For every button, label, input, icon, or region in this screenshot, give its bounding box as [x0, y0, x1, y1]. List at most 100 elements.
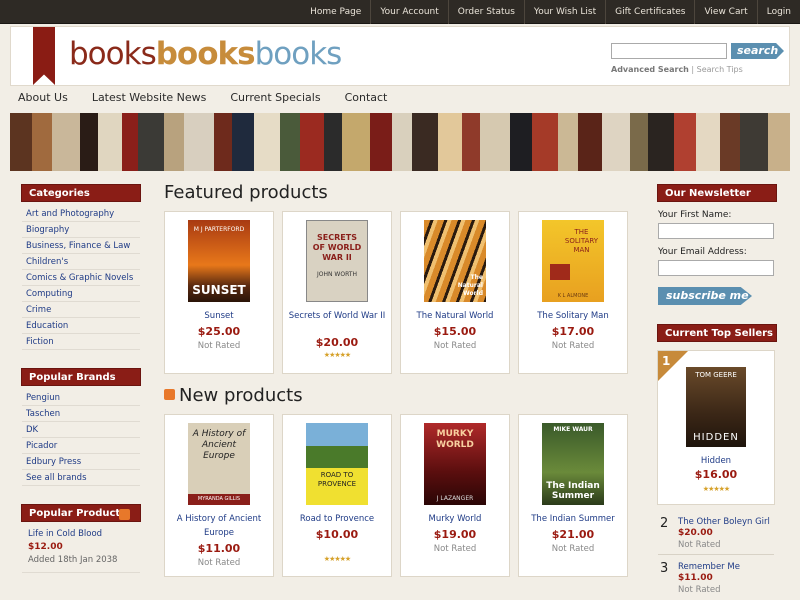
house-icon [550, 264, 570, 280]
book-spine [558, 113, 578, 171]
category-item[interactable]: Crime [22, 302, 140, 318]
book-cover[interactable]: THE SOLITARY MAN K L ALMONE [542, 220, 604, 302]
product-card[interactable]: MIKE WAUR The Indian Summer The Indian S… [518, 414, 628, 577]
category-item[interactable]: Children's [22, 254, 140, 270]
product-title[interactable]: The Indian Summer [519, 512, 627, 526]
cover-title: THE SOLITARY MAN [564, 228, 599, 254]
search-input[interactable] [611, 43, 727, 59]
popular-product-title[interactable]: Life in Cold Blood [28, 529, 102, 539]
book-cover[interactable]: SECRETS OF WORLD WAR II JOHN WORTH [306, 220, 368, 302]
brand-item[interactable]: Picador [22, 438, 140, 454]
book-spine [122, 113, 138, 171]
category-item[interactable]: Art and Photography [22, 206, 140, 222]
product-title[interactable]: Road to Provence [283, 512, 391, 526]
book-spine [740, 113, 768, 171]
product-card[interactable]: M J PARTERFORD SUNSET Sunset $25.00 Not … [164, 211, 274, 374]
category-item[interactable]: Comics & Graphic Novels [22, 270, 140, 286]
cover-title: SUNSET [192, 283, 246, 297]
first-name-field[interactable] [658, 223, 774, 239]
popular-products-heading: Popular Products [21, 504, 141, 522]
nav-contact[interactable]: Contact [337, 87, 396, 109]
brand-item[interactable]: Edbury Press [22, 454, 140, 470]
nav-latest-news[interactable]: Latest Website News [84, 87, 215, 109]
top-seller-rating: Not Rated [678, 585, 721, 595]
product-card[interactable]: SECRETS OF WORLD WAR II JOHN WORTH Secre… [282, 211, 392, 374]
nav-login[interactable]: Login [756, 0, 800, 24]
product-rating: Not Rated [197, 558, 241, 568]
product-card[interactable]: A History of Ancient Europe MYRANDA GILL… [164, 414, 274, 577]
product-title[interactable]: The Natural World [401, 309, 509, 323]
nav-order-status[interactable]: Order Status [447, 0, 524, 24]
book-cover[interactable]: The Natural World [424, 220, 486, 302]
book-spine [184, 113, 214, 171]
category-item[interactable]: Computing [22, 286, 140, 302]
cover-author: MYRANDA GILLIS [188, 494, 250, 505]
first-name-label: Your First Name: [658, 210, 732, 220]
category-item[interactable]: Business, Finance & Law [22, 238, 140, 254]
product-title[interactable]: Sunset [165, 309, 273, 323]
category-item[interactable]: Fiction [22, 334, 140, 350]
search-button[interactable]: search [731, 43, 784, 59]
product-rating: Not Rated [551, 341, 595, 351]
brand-item[interactable]: DK [22, 422, 140, 438]
bookmark-ribbon-icon [33, 27, 55, 85]
rank-badge: 1 [658, 351, 688, 381]
book-cover[interactable]: TOM GEERE HIDDEN [686, 367, 746, 447]
brand-list: Pengiun Taschen DK Picador Edbury Press … [22, 390, 140, 486]
book-cover[interactable]: A History of Ancient Europe MYRANDA GILL… [188, 423, 250, 505]
product-card[interactable]: ROAD TO PROVENCE Road to Provence $10.00… [282, 414, 392, 577]
top-seller-title[interactable]: Hidden [658, 456, 774, 466]
nav-current-specials[interactable]: Current Specials [222, 87, 328, 109]
advanced-search-link[interactable]: Advanced Search [611, 65, 689, 74]
book-spine [674, 113, 696, 171]
cover-author: J LAZANGER [436, 495, 474, 502]
book-spine [480, 113, 510, 171]
book-cover[interactable]: M J PARTERFORD SUNSET [188, 220, 250, 302]
search-links: Advanced Search | Search Tips [611, 65, 743, 74]
top-sellers-heading: Current Top Sellers [657, 324, 777, 342]
nav-about-us[interactable]: About Us [10, 87, 76, 109]
product-title[interactable]: A History of Ancient Europe [169, 512, 269, 540]
categories-heading: Categories [21, 184, 141, 202]
category-item[interactable]: Education [22, 318, 140, 334]
email-field[interactable] [658, 260, 774, 276]
site-logo[interactable]: booksbooksbooks [69, 36, 342, 72]
product-title[interactable]: Murky World [401, 512, 509, 526]
top-seller-title[interactable]: Remember Me [678, 562, 740, 572]
product-title[interactable]: Secrets of World War II [287, 309, 387, 323]
book-spine [532, 113, 558, 171]
category-item[interactable]: Biography [22, 222, 140, 238]
book-spine [280, 113, 300, 171]
book-cover[interactable]: MURKY WORLD J LAZANGER [424, 423, 486, 505]
nav-gift-certificates[interactable]: Gift Certificates [605, 0, 694, 24]
product-rating: Not Rated [433, 544, 477, 554]
product-card[interactable]: MURKY WORLD J LAZANGER Murky World $19.0… [400, 414, 510, 577]
product-price: $19.00 [433, 528, 477, 541]
nav-home-page[interactable]: Home Page [301, 0, 370, 24]
top-seller-featured[interactable]: 1 TOM GEERE HIDDEN Hidden $16.00 ★★★★★ [657, 350, 775, 505]
nav-your-account[interactable]: Your Account [370, 0, 447, 24]
category-list: Art and Photography Biography Business, … [22, 206, 140, 350]
brand-item[interactable]: Taschen [22, 406, 140, 422]
search-links-separator: | [688, 65, 697, 74]
rss-icon[interactable] [164, 388, 175, 400]
logo-part-2: books [155, 36, 256, 72]
nav-view-cart[interactable]: View Cart [694, 0, 756, 24]
brand-item[interactable]: Pengiun [22, 390, 140, 406]
book-spine [300, 113, 324, 171]
nav-wish-list[interactable]: Your Wish List [523, 0, 605, 24]
product-title[interactable]: The Solitary Man [519, 309, 627, 323]
book-cover[interactable]: MIKE WAUR The Indian Summer [542, 423, 604, 505]
product-card[interactable]: THE SOLITARY MAN K L ALMONE The Solitary… [518, 211, 628, 374]
book-cover[interactable]: ROAD TO PROVENCE [306, 423, 368, 505]
top-seller-price: $16.00 [694, 468, 738, 481]
search-tips-link[interactable]: Search Tips [697, 65, 743, 74]
newsletter-heading: Our Newsletter [657, 184, 777, 202]
top-seller-title[interactable]: The Other Boleyn Girl [678, 517, 770, 527]
product-card[interactable]: The Natural World The Natural World $15.… [400, 211, 510, 374]
popular-product-added: Added 18th Jan 2038 [28, 555, 118, 565]
book-spine [720, 113, 740, 171]
subscribe-button[interactable]: subscribe me [658, 287, 752, 305]
brand-item[interactable]: See all brands [22, 470, 140, 486]
rss-icon[interactable] [119, 509, 130, 520]
